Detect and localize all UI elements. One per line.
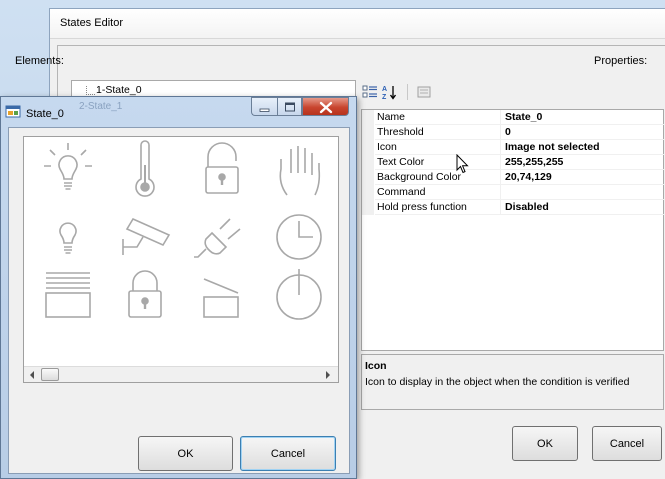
property-value[interactable]: Disabled — [501, 200, 664, 215]
description-title: Icon — [365, 360, 387, 372]
dialog-ok-button[interactable]: OK — [138, 436, 233, 471]
scrollbar-thumb[interactable] — [41, 368, 59, 381]
property-name: Icon — [375, 140, 501, 155]
app-window-icon — [5, 103, 21, 119]
property-row-command[interactable]: Command — [362, 185, 664, 200]
property-grid-toolbar: A Z — [362, 84, 442, 102]
power-icon[interactable] — [267, 263, 331, 327]
property-row-threshold[interactable]: Threshold 0 — [362, 125, 664, 140]
property-name: Threshold — [375, 125, 501, 140]
property-name: Background Color — [375, 170, 501, 185]
tree-connector — [86, 86, 95, 95]
tree-item-state-1-ghost: 2-State_1 — [79, 101, 123, 112]
row-gutter — [362, 110, 374, 125]
mouse-cursor-icon — [456, 153, 470, 174]
states-editor-ok-button[interactable]: OK — [512, 426, 578, 461]
elements-label: Elements: — [15, 55, 64, 67]
property-row-background-color[interactable]: Background Color 20,74,129 — [362, 170, 664, 185]
dialog-cancel-button[interactable]: Cancel — [240, 436, 336, 471]
thermometer-icon[interactable] — [113, 139, 177, 203]
property-row-name[interactable]: Name State_0 — [362, 110, 664, 125]
hand-icon[interactable] — [267, 139, 331, 203]
description-text: Icon to display in the object when the c… — [365, 376, 630, 388]
scroll-right-arrow-icon[interactable] — [320, 367, 336, 383]
categorized-icon[interactable] — [362, 84, 378, 100]
property-row-text-color[interactable]: Text Color 255,255,255 — [362, 155, 664, 170]
security-camera-icon[interactable] — [113, 205, 177, 269]
close-icon — [319, 101, 333, 114]
minimize-icon — [259, 108, 270, 112]
property-value[interactable]: 255,255,255 — [501, 155, 664, 170]
row-gutter — [362, 185, 374, 200]
blinds-icon[interactable] — [36, 263, 100, 327]
light-bulb-icon[interactable] — [36, 205, 100, 269]
property-value[interactable]: 20,74,129 — [501, 170, 664, 185]
padlock-open-icon[interactable] — [190, 139, 254, 203]
icon-list-horizontal-scrollbar[interactable] — [24, 366, 338, 382]
maximize-button[interactable] — [277, 97, 302, 116]
svg-text:Z: Z — [382, 94, 387, 100]
property-row-icon[interactable]: Icon Image not selected — [362, 140, 664, 155]
row-gutter — [362, 155, 374, 170]
property-pages-icon[interactable] — [416, 84, 432, 100]
states-editor-cancel-button[interactable]: Cancel — [592, 426, 662, 461]
svg-text:A: A — [382, 86, 387, 93]
row-gutter — [362, 200, 374, 215]
sort-alphabetical-icon[interactable]: A Z — [381, 84, 397, 101]
power-plug-icon[interactable] — [190, 205, 254, 269]
icon-list[interactable] — [23, 136, 339, 383]
property-value[interactable] — [501, 185, 664, 200]
states-editor-titlebar[interactable]: States Editor — [50, 9, 665, 39]
light-bulb-on-icon[interactable] — [36, 139, 100, 203]
row-gutter — [362, 170, 374, 185]
gate-icon[interactable] — [190, 263, 254, 327]
dialog-title: State_0 — [26, 108, 64, 120]
property-name: Name — [375, 110, 501, 125]
toolbar-separator — [407, 84, 408, 100]
close-button[interactable] — [302, 97, 349, 116]
property-name: Command — [375, 185, 501, 200]
property-value[interactable]: Image not selected — [501, 140, 664, 155]
properties-label: Properties: — [594, 55, 648, 67]
property-grid: Name State_0 Threshold 0 Icon Image not … — [361, 109, 664, 351]
maximize-icon — [285, 102, 295, 112]
property-value[interactable]: State_0 — [501, 110, 664, 125]
scroll-left-arrow-icon[interactable] — [24, 367, 40, 383]
minimize-button[interactable] — [251, 97, 277, 116]
property-name: Hold press function — [375, 200, 501, 215]
property-row-hold-press-function[interactable]: Hold press function Disabled — [362, 200, 664, 215]
clock-icon[interactable] — [267, 205, 331, 269]
padlock-closed-icon[interactable] — [113, 263, 177, 327]
property-name: Text Color — [375, 155, 501, 170]
states-editor-title: States Editor — [60, 17, 123, 29]
property-value[interactable]: 0 — [501, 125, 664, 140]
dialog-caption-buttons — [251, 97, 354, 117]
tree-item-state-0[interactable]: 1-State_0 — [96, 84, 142, 96]
row-gutter — [362, 140, 374, 155]
row-gutter — [362, 125, 374, 140]
